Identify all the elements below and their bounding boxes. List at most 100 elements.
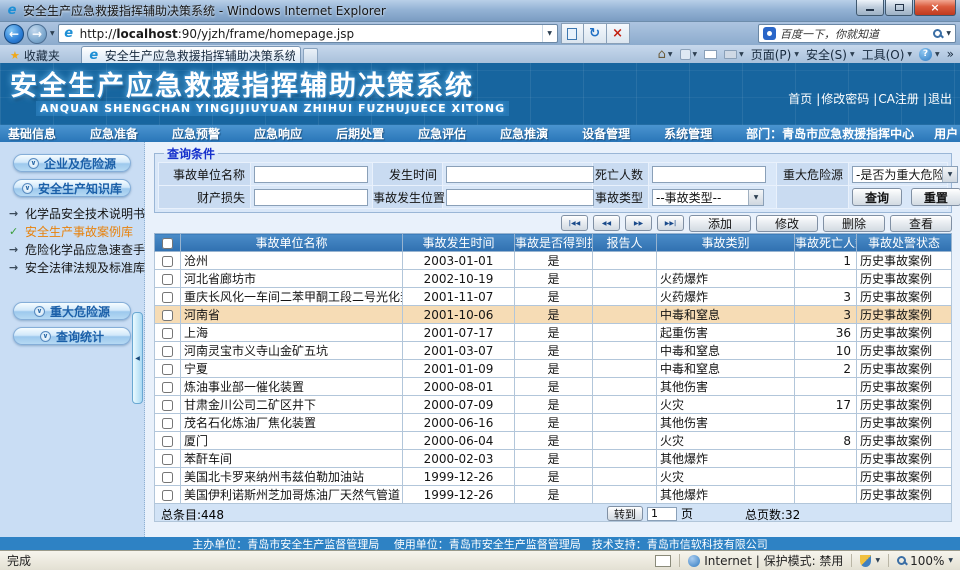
row-checkbox[interactable] <box>162 382 173 393</box>
next-page-button[interactable]: ▶▶ <box>625 215 652 231</box>
goto-page-button[interactable]: 转到 <box>607 506 643 521</box>
page-number-input[interactable] <box>647 507 677 521</box>
sidebar-group-2[interactable]: ∨安全生产知识库 <box>13 179 131 197</box>
safety-menu-button[interactable]: 安全(S)▼ <box>806 46 855 63</box>
table-row[interactable]: 茂名石化炼油厂焦化装置2000-06-16是其他伤害历史事故案例 <box>155 414 952 432</box>
address-input[interactable]: e http://localhost:90/yjzh/frame/homepag… <box>58 24 558 43</box>
occur-time-input[interactable] <box>446 166 594 183</box>
row-checkbox[interactable] <box>162 436 173 447</box>
forward-button[interactable]: → <box>27 24 47 44</box>
search-dropdown-icon[interactable]: ▼ <box>946 30 951 37</box>
table-row[interactable]: 重庆长风化一车间二苯甲酮工段二号光化釜2001-11-07是火药爆炸3历史事故案… <box>155 288 952 306</box>
row-checkbox[interactable] <box>162 292 173 303</box>
sidebar-item[interactable]: →安全法律法规及标准库 <box>9 258 144 276</box>
zoom-control[interactable]: 100% ▼ <box>897 554 953 568</box>
menu-item-4[interactable]: 应急响应 <box>254 125 302 142</box>
menu-item-7[interactable]: 应急推演 <box>500 125 548 142</box>
sidebar-splitter[interactable]: ◀ <box>132 312 143 404</box>
table-row[interactable]: 美国伊利诺斯州芝加哥炼油厂天然气管道1999-12-26是其他爆炸历史事故案例 <box>155 486 952 504</box>
previous-page-button[interactable]: ◀◀ <box>593 215 620 231</box>
first-page-button[interactable]: |◀◀ <box>561 215 588 231</box>
menu-item-8[interactable]: 设备管理 <box>582 125 630 142</box>
row-checkbox[interactable] <box>162 274 173 285</box>
row-checkbox[interactable] <box>162 418 173 429</box>
feeds-button[interactable]: ▼ <box>680 49 698 60</box>
delete-button[interactable]: 删除 <box>823 215 885 232</box>
tools-menu-button[interactable]: 工具(O)▼ <box>862 46 912 63</box>
overflow-chevron-icon[interactable]: » <box>947 47 954 61</box>
sidebar-item[interactable]: →危险化学品应急速查手... <box>9 240 144 258</box>
help-button[interactable]: ?▼ <box>919 48 940 61</box>
table-row[interactable]: 炼油事业部一催化装置2000-08-01是其他伤害历史事故案例 <box>155 378 952 396</box>
table-row[interactable]: 上海2001-07-17是起重伤害36历史事故案例 <box>155 324 952 342</box>
table-row[interactable]: 宁夏2001-01-09是中毒和窒息2历史事故案例 <box>155 360 952 378</box>
accident-type-select[interactable]: --事故类型-- ▼ <box>652 189 764 206</box>
address-dropdown-icon[interactable]: ▼ <box>542 25 557 42</box>
history-dropdown-icon[interactable]: ▼ <box>50 30 55 37</box>
print-button[interactable]: ▼ <box>724 50 744 59</box>
close-button[interactable]: × <box>914 0 956 16</box>
table-row[interactable]: 沧州2003-01-01是1历史事故案例 <box>155 252 952 270</box>
menu-item-1[interactable]: 基础信息 <box>8 125 56 142</box>
maximize-button[interactable] <box>885 0 913 16</box>
sidebar-item[interactable]: →化学品安全技术说明书 <box>9 204 144 222</box>
header-link-ca-register[interactable]: CA注册 <box>878 92 919 106</box>
search-button[interactable]: 查询 <box>852 188 902 206</box>
row-checkbox[interactable] <box>162 364 173 375</box>
sidebar-group-3[interactable]: ∨重大危险源 <box>13 302 131 320</box>
menu-item-2[interactable]: 应急准备 <box>90 125 138 142</box>
table-row[interactable]: 厦门2000-06-04是火灾8历史事故案例 <box>155 432 952 450</box>
row-checkbox[interactable] <box>162 256 173 267</box>
unit-name-input[interactable] <box>254 166 368 183</box>
compatibility-view-button[interactable] <box>561 23 584 44</box>
row-checkbox[interactable] <box>162 310 173 321</box>
home-button[interactable]: ⌂▼ <box>658 47 673 62</box>
menu-item-6[interactable]: 应急评估 <box>418 125 466 142</box>
row-checkbox[interactable] <box>162 454 173 465</box>
table-row[interactable]: 苯酐车间2000-02-03是其他爆炸历史事故案例 <box>155 450 952 468</box>
select-all-checkbox[interactable] <box>162 238 173 249</box>
sidebar-group-4[interactable]: ∨查询统计 <box>13 327 131 345</box>
major-hazard-select[interactable]: -是否为重大危险源- ▼ <box>852 166 958 183</box>
sidebar-group-1[interactable]: ∨企业及危险源 <box>13 154 131 172</box>
deaths-input[interactable] <box>652 166 766 183</box>
new-tab-button[interactable] <box>303 48 318 63</box>
back-button[interactable]: ← <box>4 24 24 44</box>
last-page-button[interactable]: ▶▶| <box>657 215 684 231</box>
header-link-home[interactable]: 首页 <box>788 92 812 106</box>
add-button[interactable]: 添加 <box>689 215 751 232</box>
accident-table: 事故单位名称事故发生时间事故是否得到控制报告人事故类别事故死亡人数事故处警状态 … <box>154 233 952 504</box>
menu-item-9[interactable]: 系统管理 <box>664 125 712 142</box>
modify-button[interactable]: 修改 <box>756 215 818 232</box>
table-row[interactable]: 美国北卡罗来纳州韦兹伯勒加油站1999-12-26是火灾历史事故案例 <box>155 468 952 486</box>
row-checkbox[interactable] <box>162 472 173 483</box>
search-input[interactable]: 百度一下，你就知道 ▼ <box>758 24 956 43</box>
table-row[interactable]: 甘肃金川公司二矿区井下2000-07-09是火灾17历史事故案例 <box>155 396 952 414</box>
row-checkbox[interactable] <box>162 490 173 501</box>
table-cell: 历史事故案例 <box>857 270 952 288</box>
protected-mode-button[interactable]: ▼ <box>860 555 880 567</box>
header-link-change-password[interactable]: 修改密码 <box>821 92 869 106</box>
row-checkbox[interactable] <box>162 346 173 357</box>
row-checkbox[interactable] <box>162 328 173 339</box>
menu-item-3[interactable]: 应急预警 <box>172 125 220 142</box>
sidebar-item[interactable]: ✓安全生产事故案例库 <box>9 222 144 240</box>
mail-button[interactable] <box>704 50 717 59</box>
reset-button[interactable]: 重置 <box>911 188 960 206</box>
refresh-button[interactable]: ↻ <box>584 23 607 44</box>
favorites-button[interactable]: ★ 收藏夹 <box>3 47 67 63</box>
property-loss-input[interactable] <box>254 189 368 206</box>
header-link-logout[interactable]: 退出 <box>928 92 952 106</box>
table-row[interactable]: 河南省2001-10-06是中毒和窒息3历史事故案例 <box>155 306 952 324</box>
table-row[interactable]: 河南灵宝市义寺山金矿五坑2001-03-07是中毒和窒息10历史事故案例 <box>155 342 952 360</box>
table-row[interactable]: 河北省廊坊市2002-10-19是火药爆炸历史事故案例 <box>155 270 952 288</box>
minimize-button[interactable] <box>856 0 884 16</box>
tab-active[interactable]: e 安全生产应急救援指挥辅助决策系统 <box>81 46 301 63</box>
view-button[interactable]: 查看 <box>890 215 952 232</box>
location-input[interactable] <box>446 189 594 206</box>
row-checkbox[interactable] <box>162 400 173 411</box>
menu-item-5[interactable]: 后期处置 <box>336 125 384 142</box>
stop-button[interactable]: × <box>607 23 630 44</box>
search-icon[interactable] <box>933 29 942 38</box>
page-menu-button[interactable]: 页面(P)▼ <box>751 46 799 63</box>
